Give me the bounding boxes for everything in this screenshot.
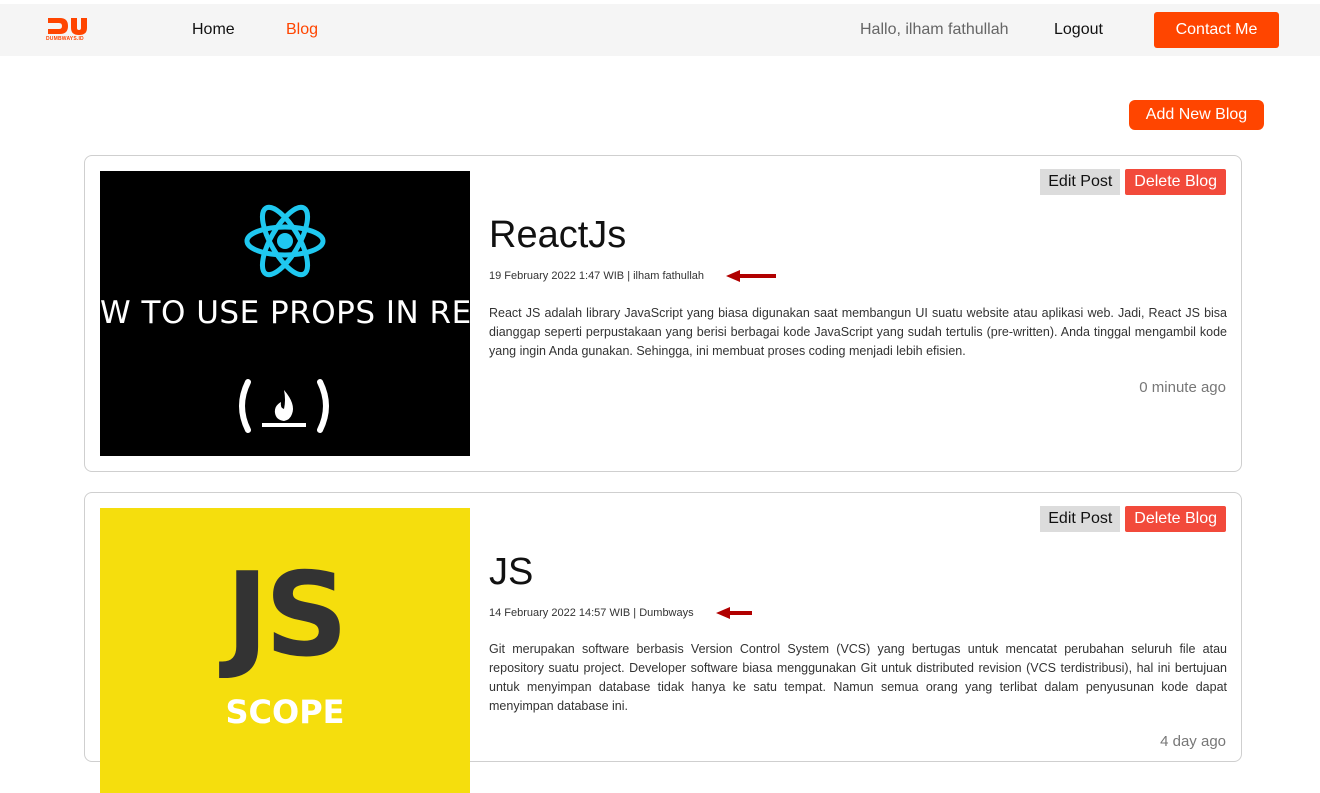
- user-greeting: Hallo, ilham fathullah: [860, 21, 1009, 38]
- post-thumbnail[interactable]: JS SCOPE: [100, 508, 470, 793]
- red-arrow-icon: [726, 270, 777, 282]
- logout-link[interactable]: Logout: [1054, 21, 1103, 39]
- thumbnail-caption: W TO USE PROPS IN REA: [100, 295, 470, 331]
- add-new-blog-button[interactable]: Add New Blog: [1129, 100, 1264, 130]
- navbar: DUMBWAYS.ID Home Blog Hallo, ilham fathu…: [0, 4, 1320, 56]
- logo-text: DUMBWAYS.ID: [46, 36, 84, 42]
- post-title[interactable]: ReactJs: [489, 214, 626, 257]
- freecodecamp-icon: [239, 379, 329, 433]
- post-meta-text: 14 February 2022 14:57 WIB | Dumbways: [489, 607, 694, 619]
- blog-card: W TO USE PROPS IN REA Edit Post Delete B…: [84, 155, 1242, 472]
- contact-me-button[interactable]: Contact Me: [1154, 12, 1279, 48]
- dumbways-logo[interactable]: DUMBWAYS.ID: [46, 15, 94, 45]
- post-actions: Edit Post Delete Blog: [1040, 169, 1226, 195]
- blog-card: JS SCOPE Edit Post Delete Blog JS 14 Feb…: [84, 492, 1242, 793]
- dw-logo-icon: [48, 18, 87, 35]
- nav-home-link[interactable]: Home: [192, 21, 235, 39]
- post-meta: 14 February 2022 14:57 WIB | Dumbways: [489, 607, 752, 619]
- nav-blog-link[interactable]: Blog: [286, 21, 318, 39]
- thumbnail-title: JS: [225, 548, 349, 683]
- post-thumbnail[interactable]: W TO USE PROPS IN REA: [100, 171, 470, 456]
- edit-post-button[interactable]: Edit Post: [1040, 506, 1121, 532]
- post-actions: Edit Post Delete Blog: [1040, 506, 1226, 532]
- post-title[interactable]: JS: [489, 551, 533, 594]
- post-meta-text: 19 February 2022 1:47 WIB | ilham fathul…: [489, 270, 705, 282]
- delete-blog-button[interactable]: Delete Blog: [1125, 169, 1226, 195]
- thumbnail-subtitle: SCOPE: [225, 693, 345, 731]
- edit-post-button[interactable]: Edit Post: [1040, 169, 1121, 195]
- delete-blog-button[interactable]: Delete Blog: [1125, 506, 1226, 532]
- red-arrow-icon: [715, 607, 752, 619]
- post-meta: 19 February 2022 1:47 WIB | ilham fathul…: [489, 270, 777, 282]
- post-excerpt: React JS adalah library JavaScript yang …: [489, 306, 1227, 358]
- post-excerpt: Git merupakan software berbasis Version …: [489, 642, 1227, 713]
- react-atom-icon: [244, 204, 326, 278]
- post-time-ago: 0 minute ago: [1139, 379, 1226, 396]
- post-time-ago: 4 day ago: [1160, 733, 1226, 750]
